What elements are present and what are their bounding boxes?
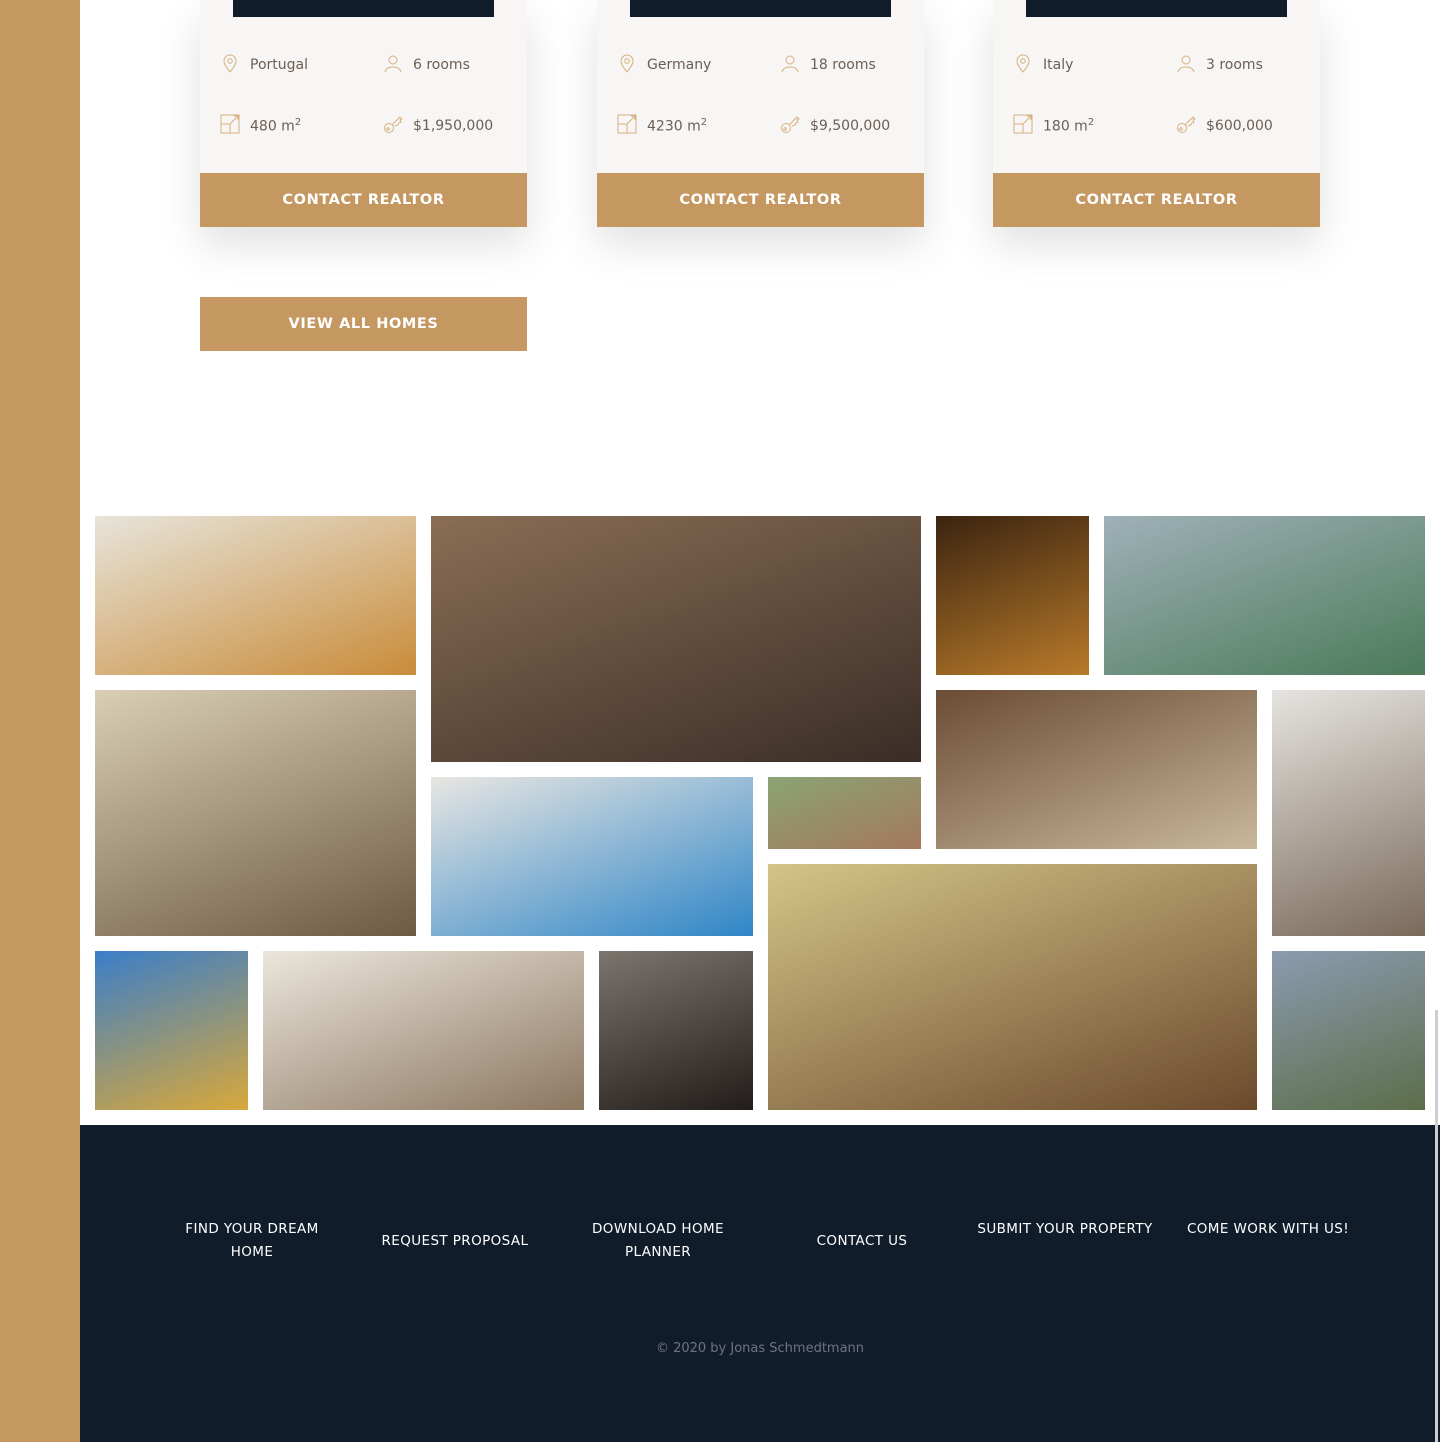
card-header-bar — [1026, 0, 1287, 17]
listing-country: Italy — [1043, 57, 1074, 73]
listing-country: Germany — [647, 57, 712, 73]
listing-rooms: 6 rooms — [413, 57, 470, 73]
listing-card: Germany 18 rooms 4230 m2 $9,500,000 CONT… — [597, 0, 924, 227]
gallery-photo-dining-living-room[interactable] — [263, 951, 584, 1110]
footer — [80, 1125, 1440, 1442]
left-accent-strip — [0, 0, 80, 1442]
area-icon — [617, 114, 647, 138]
listing-rooms: 3 rooms — [1206, 57, 1263, 73]
area-unit-sup: 2 — [294, 117, 302, 129]
gallery-photo-beach-resort[interactable] — [1104, 516, 1425, 675]
listing-card: Italy 3 rooms 180 m2 $600,000 CONTACT RE… — [993, 0, 1320, 227]
area-value: 180 m — [1043, 118, 1088, 135]
listing-area: 4230 m2 — [647, 117, 707, 135]
listing-rooms: 18 rooms — [810, 57, 876, 73]
area-unit-sup: 2 — [700, 117, 708, 129]
card-header-bar — [233, 0, 494, 17]
gallery-photo-white-manor[interactable] — [1272, 951, 1425, 1110]
scrollbar[interactable] — [1435, 1010, 1438, 1442]
area-value: 480 m — [250, 118, 295, 135]
area-icon — [1013, 114, 1043, 138]
user-icon — [780, 53, 810, 77]
card-header-bar — [630, 0, 891, 17]
user-icon — [383, 53, 413, 77]
listing-price: $9,500,000 — [810, 118, 891, 134]
listing-area: 180 m2 — [1043, 117, 1094, 135]
gallery-photo-brick-house[interactable] — [768, 777, 921, 849]
key-icon — [780, 114, 810, 138]
area-value: 4230 m — [647, 118, 701, 135]
gallery-photo-yellow-villa[interactable] — [95, 951, 248, 1110]
footer-link[interactable]: CONTACT US — [772, 1230, 952, 1253]
location-pin-icon — [1013, 53, 1043, 77]
footer-link[interactable]: FIND YOUR DREAM HOME — [162, 1218, 342, 1264]
key-icon — [383, 114, 413, 138]
gallery-photo-dark-lounge[interactable] — [599, 951, 753, 1110]
listing-country: Portugal — [250, 57, 308, 73]
view-all-homes-button[interactable]: VIEW ALL HOMES — [200, 297, 527, 351]
contact-realtor-button[interactable]: CONTACT REALTOR — [993, 173, 1320, 227]
gallery-photo-modern-living-room[interactable] — [431, 516, 921, 762]
user-icon — [1176, 53, 1206, 77]
gallery-photo-billiard-room[interactable] — [768, 864, 1257, 1110]
gallery-photo-indoor-pool[interactable] — [431, 777, 753, 936]
gallery-photo-bright-sitting-room[interactable] — [95, 690, 416, 936]
footer-link[interactable]: REQUEST PROPOSAL — [365, 1230, 545, 1253]
listing-price: $1,950,000 — [413, 118, 494, 134]
footer-link[interactable]: COME WORK WITH US! — [1178, 1218, 1358, 1241]
location-pin-icon — [617, 53, 647, 77]
gallery-photo-lodge-lounge[interactable] — [936, 690, 1257, 849]
contact-realtor-button[interactable]: CONTACT REALTOR — [200, 173, 527, 227]
key-icon — [1176, 114, 1206, 138]
listing-area: 480 m2 — [250, 117, 301, 135]
gallery-photo-white-kitchen[interactable] — [1272, 690, 1425, 936]
location-pin-icon — [220, 53, 250, 77]
footer-link[interactable]: SUBMIT YOUR PROPERTY — [975, 1218, 1155, 1241]
footer-link[interactable]: DOWNLOAD HOME PLANNER — [568, 1218, 748, 1264]
listing-card: Portugal 6 rooms 480 m2 $1,950,000 CONTA… — [200, 0, 527, 227]
listing-price: $600,000 — [1206, 118, 1273, 134]
gallery-photo-hotel-bar[interactable] — [936, 516, 1089, 675]
contact-realtor-button[interactable]: CONTACT REALTOR — [597, 173, 924, 227]
area-icon — [220, 114, 250, 138]
area-unit-sup: 2 — [1087, 117, 1095, 129]
copyright: © 2020 by Jonas Schmedtmann — [655, 1341, 865, 1356]
gallery-photo-autumn-mansion[interactable] — [95, 516, 416, 675]
